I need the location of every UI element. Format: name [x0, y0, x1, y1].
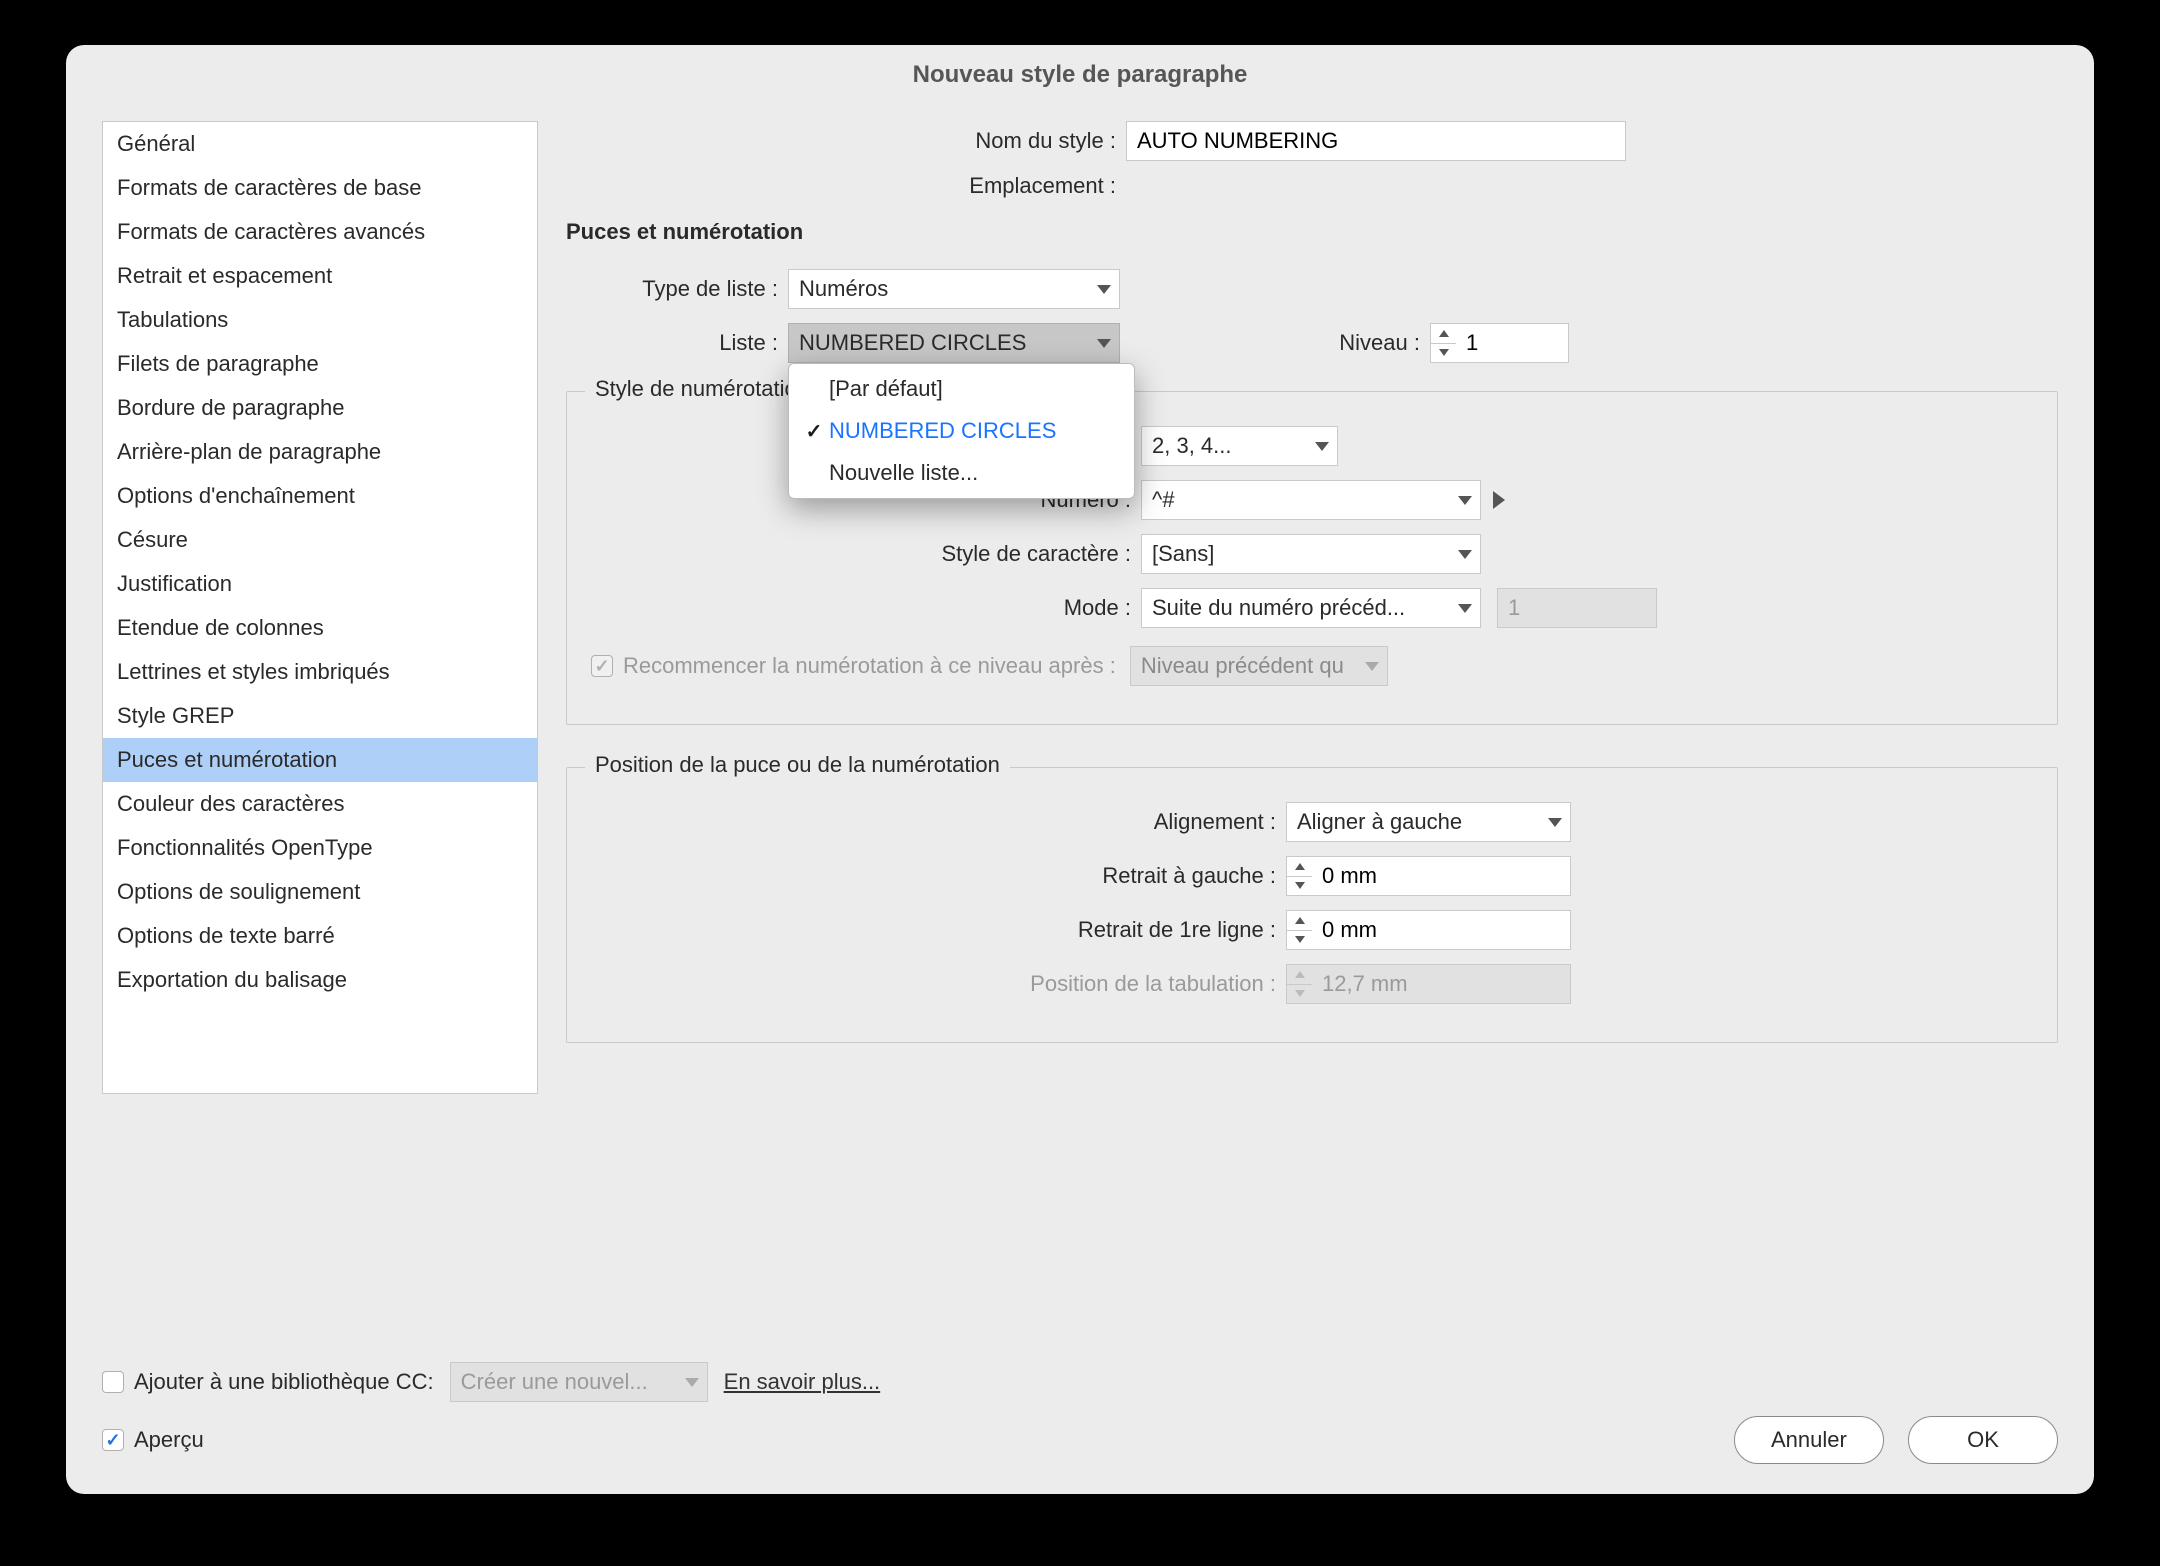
chevron-down-icon: [1097, 285, 1111, 294]
level-input[interactable]: [1456, 323, 1569, 363]
tab-position-stepper: [1286, 964, 1312, 1004]
sidebar-item-char-color[interactable]: Couleur des caractères: [103, 782, 537, 826]
number-value: ^#: [1152, 487, 1175, 513]
learn-more-link[interactable]: En savoir plus...: [724, 1369, 881, 1395]
position-legend: Position de la puce ou de la numérotatio…: [585, 752, 1010, 778]
sidebar-item-hyphen[interactable]: Césure: [103, 518, 537, 562]
main-panel: Nom du style : Emplacement : Puces et nu…: [566, 121, 2058, 1458]
number-combo[interactable]: ^#: [1141, 480, 1481, 520]
sidebar-item-indent[interactable]: Retrait et espacement: [103, 254, 537, 298]
chevron-down-icon: [685, 1378, 699, 1387]
first-line-stepper[interactable]: [1286, 910, 1312, 950]
sidebar-item-justify[interactable]: Justification: [103, 562, 537, 606]
arrow-right-icon[interactable]: [1493, 491, 1505, 509]
preview-label: Aperçu: [134, 1427, 204, 1453]
chevron-down-icon: [1315, 442, 1329, 451]
add-library-label: Ajouter à une bibliothèque CC:: [134, 1369, 434, 1395]
sidebar-item-opentype[interactable]: Fonctionnalités OpenType: [103, 826, 537, 870]
dialog-content: Général Formats de caractères de base Fo…: [66, 105, 2094, 1494]
first-line-input[interactable]: [1312, 910, 1571, 950]
left-indent-label: Retrait à gauche :: [591, 863, 1286, 889]
list-option-numbered-circles[interactable]: NUMBERED CIRCLES: [789, 410, 1134, 452]
restart-checkbox: [591, 655, 613, 677]
mode-value: Suite du numéro précéd...: [1152, 595, 1405, 621]
sidebar-item-tabs[interactable]: Tabulations: [103, 298, 537, 342]
sidebar-item-underline[interactable]: Options de soulignement: [103, 870, 537, 914]
first-line-label: Retrait de 1re ligne :: [591, 917, 1286, 943]
level-label: Niveau :: [1120, 330, 1430, 356]
sidebar-item-strikethrough[interactable]: Options de texte barré: [103, 914, 537, 958]
sidebar-item-adv-char[interactable]: Formats de caractères avancés: [103, 210, 537, 254]
format-value: 2, 3, 4...: [1152, 433, 1232, 459]
sidebar-item-grep[interactable]: Style GREP: [103, 694, 537, 738]
sidebar-item-bullets-numbering[interactable]: Puces et numérotation: [103, 738, 537, 782]
preview-checkbox[interactable]: [102, 1429, 124, 1451]
style-name-input[interactable]: [1126, 121, 1626, 161]
list-label: Liste :: [566, 330, 788, 356]
list-type-value: Numéros: [799, 276, 888, 302]
chevron-down-icon: [1458, 550, 1472, 559]
char-style-select[interactable]: [Sans]: [1141, 534, 1481, 574]
restart-value: Niveau précédent qu: [1141, 653, 1344, 679]
chevron-down-icon: [1097, 339, 1111, 348]
char-style-value: [Sans]: [1152, 541, 1214, 567]
char-style-label: Style de caractère :: [591, 541, 1141, 567]
sidebar-item-export[interactable]: Exportation du balisage: [103, 958, 537, 1002]
chevron-down-icon: [1458, 496, 1472, 505]
tab-position-input: [1312, 964, 1571, 1004]
sidebar-item-dropcaps[interactable]: Lettrines et styles imbriqués: [103, 650, 537, 694]
location-label: Emplacement :: [566, 173, 1126, 199]
sidebar-item-keep[interactable]: Options d'enchaînement: [103, 474, 537, 518]
dialog-title: Nouveau style de paragraphe: [66, 45, 2094, 105]
add-library-select-value: Créer une nouvel...: [461, 1369, 648, 1395]
mode-start-input: [1497, 588, 1657, 628]
sidebar-item-background[interactable]: Arrière-plan de paragraphe: [103, 430, 537, 474]
mode-label: Mode :: [591, 595, 1141, 621]
ok-button[interactable]: OK: [1908, 1416, 2058, 1464]
chevron-down-icon: [1365, 662, 1379, 671]
format-select[interactable]: 2, 3, 4...: [1141, 426, 1338, 466]
alignment-select[interactable]: Aligner à gauche: [1286, 802, 1571, 842]
position-group: Position de la puce ou de la numérotatio…: [566, 767, 2058, 1043]
list-dropdown-popup: [Par défaut] NUMBERED CIRCLES Nouvelle l…: [788, 363, 1135, 499]
level-stepper[interactable]: [1430, 323, 1456, 363]
sidebar-item-border[interactable]: Bordure de paragraphe: [103, 386, 537, 430]
sidebar-item-general[interactable]: Général: [103, 122, 537, 166]
alignment-label: Alignement :: [591, 809, 1286, 835]
list-value: NUMBERED CIRCLES: [799, 330, 1026, 356]
list-option-default[interactable]: [Par défaut]: [789, 368, 1134, 410]
restart-select: Niveau précédent qu: [1130, 646, 1388, 686]
tab-position-label: Position de la tabulation :: [591, 971, 1286, 997]
mode-select[interactable]: Suite du numéro précéd...: [1141, 588, 1481, 628]
chevron-down-icon: [1458, 604, 1472, 613]
dialog-window: Nouveau style de paragraphe Général Form…: [66, 45, 2094, 1494]
style-name-label: Nom du style :: [566, 128, 1126, 154]
alignment-value: Aligner à gauche: [1297, 809, 1462, 835]
list-type-label: Type de liste :: [566, 276, 788, 302]
cancel-button[interactable]: Annuler: [1734, 1416, 1884, 1464]
numbering-style-legend: Style de numérotation: [585, 376, 819, 402]
list-option-new[interactable]: Nouvelle liste...: [789, 452, 1134, 494]
add-library-checkbox[interactable]: [102, 1371, 124, 1393]
left-indent-stepper[interactable]: [1286, 856, 1312, 896]
add-library-select: Créer une nouvel...: [450, 1362, 708, 1402]
sidebar-item-rules[interactable]: Filets de paragraphe: [103, 342, 537, 386]
sidebar: Général Formats de caractères de base Fo…: [102, 121, 538, 1094]
sidebar-item-span[interactable]: Etendue de colonnes: [103, 606, 537, 650]
sidebar-item-base-char[interactable]: Formats de caractères de base: [103, 166, 537, 210]
list-type-select[interactable]: Numéros: [788, 269, 1120, 309]
list-select[interactable]: NUMBERED CIRCLES: [788, 323, 1120, 363]
restart-label: Recommencer la numérotation à ce niveau …: [623, 653, 1116, 679]
dialog-footer: Ajouter à une bibliothèque CC: Créer une…: [102, 1362, 2058, 1464]
chevron-down-icon: [1548, 818, 1562, 827]
left-indent-input[interactable]: [1312, 856, 1571, 896]
section-heading: Puces et numérotation: [566, 219, 2058, 245]
